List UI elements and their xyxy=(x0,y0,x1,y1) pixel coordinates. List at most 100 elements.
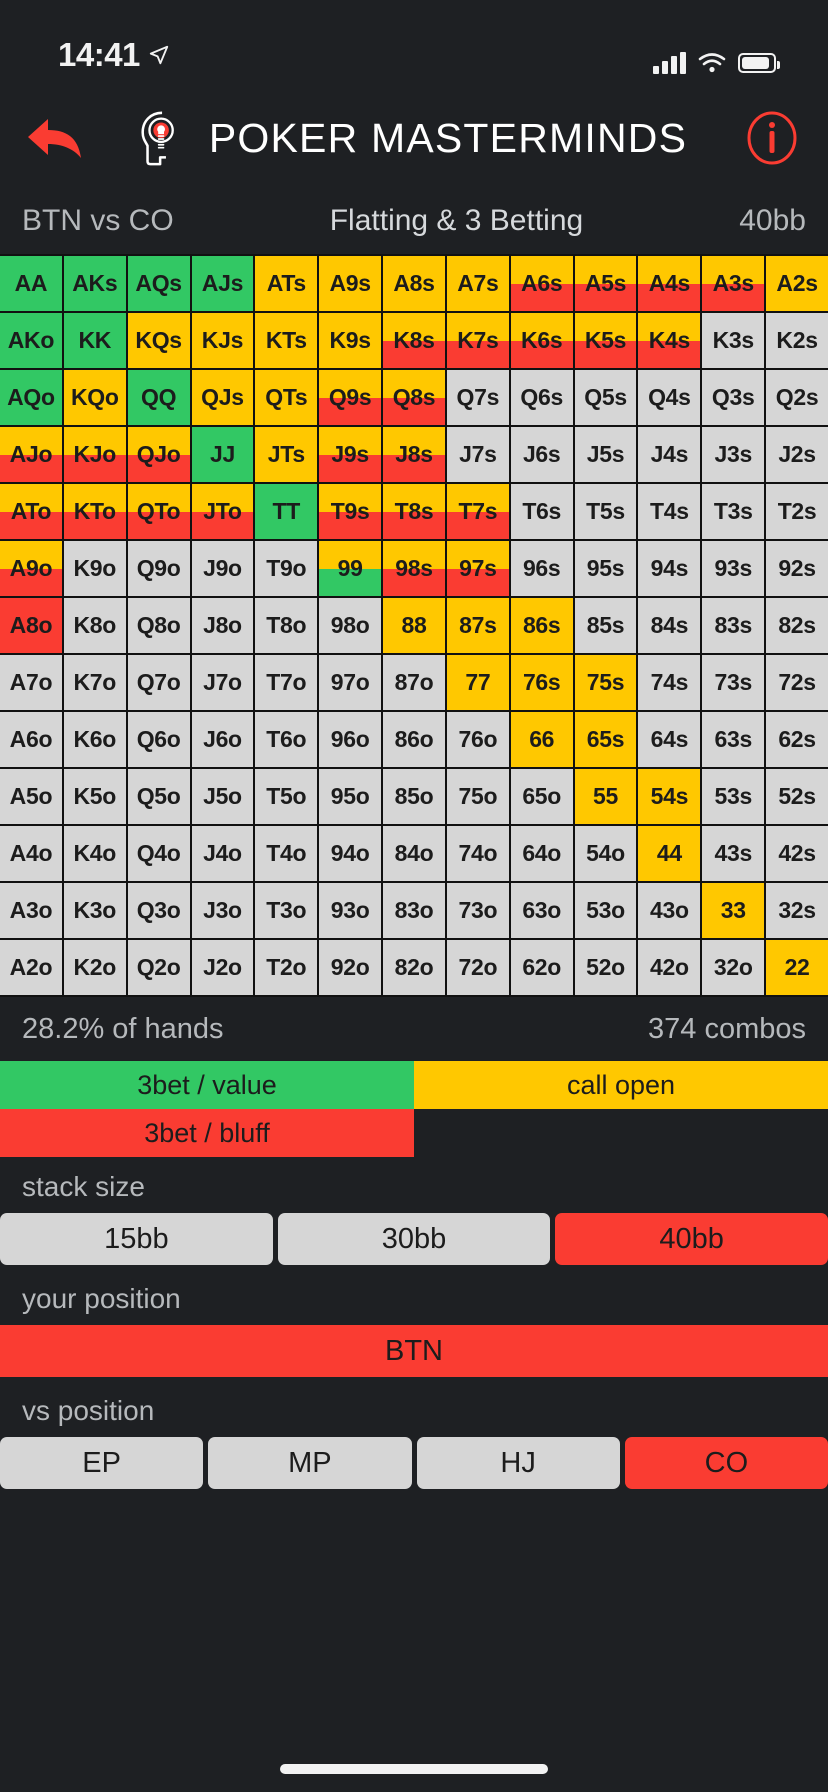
vs-position-button-group[interactable]: EP MP HJ CO xyxy=(0,1437,828,1493)
hand-cell[interactable]: 33 xyxy=(702,883,765,938)
hand-cell[interactable]: T6s xyxy=(510,484,573,539)
hand-cell[interactable]: 86s xyxy=(510,598,573,653)
hand-cell[interactable]: KQo xyxy=(63,370,126,425)
hand-cell[interactable]: J9o xyxy=(191,541,254,596)
hand-cell[interactable]: KTo xyxy=(63,484,126,539)
hand-cell[interactable]: J3o xyxy=(191,883,254,938)
hand-cell[interactable]: 65s xyxy=(574,712,637,767)
stack-size-button-group[interactable]: 15bb 30bb 40bb xyxy=(0,1213,828,1269)
hand-cell[interactable]: Q8s xyxy=(383,370,445,425)
hand-cell[interactable]: J8s xyxy=(383,427,445,482)
hand-cell[interactable]: J6s xyxy=(510,427,573,482)
hand-cell[interactable]: 75o xyxy=(446,769,509,824)
hand-cell[interactable]: A9o xyxy=(0,541,62,596)
hand-cell[interactable]: 93s xyxy=(702,541,765,596)
stack-size-option-15bb[interactable]: 15bb xyxy=(0,1213,273,1265)
hand-cell[interactable]: J5s xyxy=(574,427,637,482)
hand-cell[interactable]: AQs xyxy=(127,256,190,311)
hand-cell[interactable]: Q5o xyxy=(127,769,190,824)
hand-cell[interactable]: QJo xyxy=(127,427,190,482)
hand-cell[interactable]: 92s xyxy=(766,541,828,596)
hand-cell[interactable]: K6o xyxy=(63,712,126,767)
vs-position-option-hj[interactable]: HJ xyxy=(416,1437,620,1489)
hand-cell[interactable]: AJo xyxy=(0,427,62,482)
hand-cell[interactable]: KTs xyxy=(255,313,318,368)
hand-cell[interactable]: J4s xyxy=(638,427,701,482)
hand-cell[interactable]: 64o xyxy=(510,826,573,881)
hand-cell[interactable]: 96o xyxy=(319,712,382,767)
hand-cell[interactable]: 82s xyxy=(766,598,828,653)
hand-cell[interactable]: K8o xyxy=(63,598,126,653)
hand-cell[interactable]: K4s xyxy=(638,313,701,368)
hand-cell[interactable]: 54o xyxy=(574,826,637,881)
hand-cell[interactable]: T3o xyxy=(255,883,318,938)
stack-size-option-30bb[interactable]: 30bb xyxy=(277,1213,551,1265)
hand-cell[interactable]: A5o xyxy=(0,769,62,824)
hand-cell[interactable]: Q8o xyxy=(127,598,190,653)
hand-cell[interactable]: 52o xyxy=(574,940,637,995)
hand-cell[interactable]: A5s xyxy=(574,256,637,311)
hand-cell[interactable]: J2s xyxy=(766,427,828,482)
hand-cell[interactable]: J5o xyxy=(191,769,254,824)
hand-cell[interactable]: Q6s xyxy=(510,370,573,425)
hand-cell[interactable]: K9o xyxy=(63,541,126,596)
hand-cell[interactable]: T4s xyxy=(638,484,701,539)
hand-cell[interactable]: 97s xyxy=(446,541,509,596)
hand-cell[interactable]: J4o xyxy=(191,826,254,881)
hand-cell[interactable]: 76o xyxy=(446,712,509,767)
hand-cell[interactable]: 72s xyxy=(766,655,828,710)
hand-cell[interactable]: QTo xyxy=(127,484,190,539)
hand-cell[interactable]: KQs xyxy=(127,313,190,368)
hand-cell[interactable]: A8o xyxy=(0,598,62,653)
vs-position-option-mp[interactable]: MP xyxy=(208,1437,412,1489)
hand-cell[interactable]: T9o xyxy=(255,541,318,596)
hand-cell[interactable]: 83o xyxy=(383,883,445,938)
hand-cell[interactable]: K7s xyxy=(446,313,509,368)
hand-cell[interactable]: 84o xyxy=(383,826,445,881)
hand-cell[interactable]: 43s xyxy=(702,826,765,881)
hand-cell[interactable]: T8s xyxy=(383,484,445,539)
hand-cell[interactable]: A7o xyxy=(0,655,62,710)
hand-cell[interactable]: 95s xyxy=(574,541,637,596)
hand-cell[interactable]: J7s xyxy=(446,427,509,482)
hand-cell[interactable]: 22 xyxy=(766,940,828,995)
hand-cell[interactable]: K2s xyxy=(766,313,828,368)
hand-cell[interactable]: 64s xyxy=(638,712,701,767)
hand-cell[interactable]: 42s xyxy=(766,826,828,881)
hand-cell[interactable]: A9s xyxy=(319,256,382,311)
hand-cell[interactable]: K3s xyxy=(702,313,765,368)
hand-cell[interactable]: 82o xyxy=(383,940,445,995)
hand-cell[interactable]: 74o xyxy=(446,826,509,881)
hand-cell[interactable]: J2o xyxy=(191,940,254,995)
hand-cell[interactable]: K4o xyxy=(63,826,126,881)
hand-cell[interactable]: J3s xyxy=(702,427,765,482)
hand-cell[interactable]: 53o xyxy=(574,883,637,938)
your-position-button-group[interactable]: BTN xyxy=(0,1325,828,1381)
hand-cell[interactable]: Q2o xyxy=(127,940,190,995)
hand-cell[interactable]: JJ xyxy=(191,427,254,482)
hand-cell[interactable]: 85o xyxy=(383,769,445,824)
hand-cell[interactable]: K9s xyxy=(319,313,382,368)
hand-cell[interactable]: 55 xyxy=(574,769,637,824)
info-circle-icon[interactable] xyxy=(746,110,798,166)
hand-cell[interactable]: 73s xyxy=(702,655,765,710)
hand-cell[interactable]: 32s xyxy=(766,883,828,938)
vs-position-option-co[interactable]: CO xyxy=(624,1437,828,1489)
hand-cell[interactable]: A2s xyxy=(766,256,828,311)
hand-cell[interactable]: 75s xyxy=(574,655,637,710)
hand-cell[interactable]: 96s xyxy=(510,541,573,596)
hand-cell[interactable]: K3o xyxy=(63,883,126,938)
hand-cell[interactable]: ATo xyxy=(0,484,62,539)
hand-cell[interactable]: 86o xyxy=(383,712,445,767)
hand-cell[interactable]: J6o xyxy=(191,712,254,767)
hand-cell[interactable]: 94s xyxy=(638,541,701,596)
hand-cell[interactable]: Q9o xyxy=(127,541,190,596)
hand-cell[interactable]: K5s xyxy=(574,313,637,368)
hand-cell[interactable]: Q5s xyxy=(574,370,637,425)
hand-cell[interactable]: AQo xyxy=(0,370,62,425)
vs-position-option-ep[interactable]: EP xyxy=(0,1437,204,1489)
hand-cell[interactable]: A7s xyxy=(446,256,509,311)
hand-cell[interactable]: JTo xyxy=(191,484,254,539)
hand-cell[interactable]: 44 xyxy=(638,826,701,881)
hand-cell[interactable]: T3s xyxy=(702,484,765,539)
